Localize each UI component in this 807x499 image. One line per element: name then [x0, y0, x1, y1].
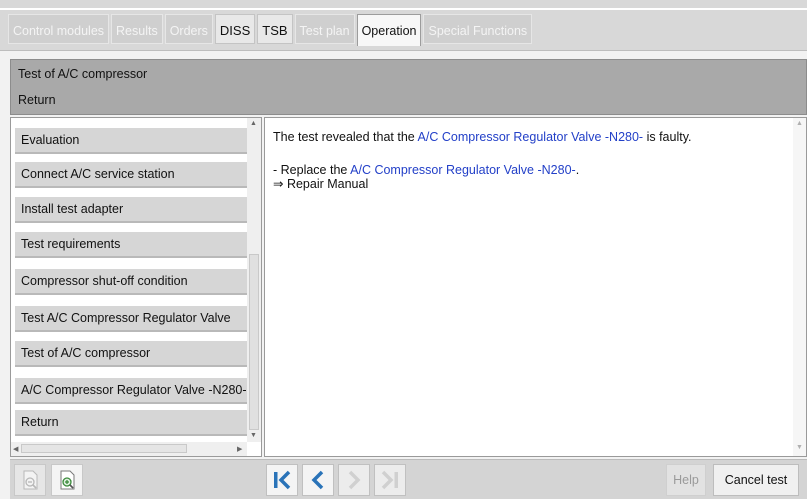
step-item-compressor-shut-off-condition[interactable]: Compressor shut-off condition — [15, 269, 248, 295]
previous-step-button[interactable] — [302, 464, 334, 496]
repair-instruction: - Replace the A/C Compressor Regulator V… — [273, 163, 579, 191]
skip-to-first-icon — [274, 470, 291, 490]
next-step-button[interactable] — [338, 464, 370, 496]
tab-bar: Control modules Results Orders DISS TSB … — [0, 0, 807, 51]
zoom-out-document-button[interactable] — [14, 464, 46, 496]
tab-operation[interactable]: Operation — [356, 14, 422, 46]
scroll-thumb[interactable] — [249, 254, 259, 430]
step-list-panel: Evaluation Connect A/C service station I… — [10, 117, 262, 457]
step-item-test-requirements[interactable]: Test requirements — [15, 232, 248, 258]
scroll-up-arrow-icon[interactable]: ▲ — [250, 120, 257, 127]
first-step-button[interactable] — [266, 464, 298, 496]
chevron-right-icon — [348, 470, 361, 490]
replace-instruction: - Replace the A/C Compressor Regulator V… — [273, 163, 579, 177]
scroll-up-arrow-icon[interactable]: ▲ — [796, 120, 803, 127]
replace-component-link[interactable]: A/C Compressor Regulator Valve -N280- — [350, 163, 576, 177]
header-return-link[interactable]: Return — [18, 93, 56, 107]
step-list-horizontal-scrollbar[interactable]: ◀ ▶ — [11, 442, 247, 456]
page-title: Test of A/C compressor — [18, 67, 148, 81]
document-zoom-in-icon — [60, 470, 75, 490]
replace-text: - Replace the — [273, 163, 351, 177]
tab-test-plan[interactable]: Test plan — [294, 14, 355, 44]
scroll-down-arrow-icon[interactable]: ▼ — [250, 432, 257, 439]
step-item-regulator-valve-n280[interactable]: A/C Compressor Regulator Valve -N280- — [15, 378, 248, 404]
step-item-install-test-adapter[interactable]: Install test adapter — [15, 197, 248, 223]
step-item-connect-ac-service-station[interactable]: Connect A/C service station — [15, 162, 248, 188]
bottom-toolbar: Help Cancel test — [10, 459, 807, 499]
result-text: The test revealed that the — [273, 130, 418, 144]
tab-orders[interactable]: Orders — [164, 14, 213, 44]
last-step-button[interactable] — [374, 464, 406, 496]
scroll-left-arrow-icon[interactable]: ◀ — [13, 445, 18, 453]
test-result-message: The test revealed that the A/C Compresso… — [273, 130, 692, 144]
scroll-right-arrow-icon[interactable]: ▶ — [237, 445, 242, 453]
tab-results[interactable]: Results — [111, 14, 163, 44]
repair-manual-link[interactable]: ⇒ Repair Manual — [273, 177, 579, 191]
replace-suffix-text: . — [575, 163, 580, 177]
result-suffix-text: is faulty. — [643, 130, 692, 144]
step-list-vertical-scrollbar[interactable]: ▲ ▼ — [247, 118, 261, 442]
tab-diss[interactable]: DISS — [214, 14, 256, 44]
document-zoom-out-icon — [23, 470, 38, 490]
scroll-down-arrow-icon[interactable]: ▼ — [796, 444, 803, 451]
instruction-vertical-scrollbar[interactable]: ▲ ▼ — [793, 118, 806, 456]
step-item-return[interactable]: Return — [15, 410, 248, 436]
step-item-evaluation[interactable]: Evaluation — [15, 128, 248, 154]
tab-bar-divider — [0, 8, 807, 10]
tab-special-functions[interactable]: Special Functions — [423, 14, 533, 44]
tab-control-modules[interactable]: Control modules — [8, 14, 110, 44]
cancel-test-button[interactable]: Cancel test — [713, 464, 799, 496]
tab-list: Control modules Results Orders DISS TSB … — [8, 14, 534, 46]
instruction-panel: The test revealed that the A/C Compresso… — [264, 117, 807, 457]
horizontal-scroll-thumb[interactable] — [21, 444, 187, 453]
step-item-test-ac-compressor[interactable]: Test of A/C compressor — [15, 341, 248, 367]
skip-to-last-icon — [381, 470, 398, 490]
zoom-in-document-button[interactable] — [51, 464, 83, 496]
tab-tsb[interactable]: TSB — [257, 14, 293, 44]
step-item-test-regulator-valve[interactable]: Test A/C Compressor Regulator Valve — [15, 306, 248, 332]
component-link[interactable]: A/C Compressor Regulator Valve -N280- — [418, 130, 644, 144]
help-button[interactable]: Help — [666, 464, 706, 496]
chevron-left-icon — [311, 470, 324, 490]
operation-header: Test of A/C compressor Return — [10, 59, 807, 115]
